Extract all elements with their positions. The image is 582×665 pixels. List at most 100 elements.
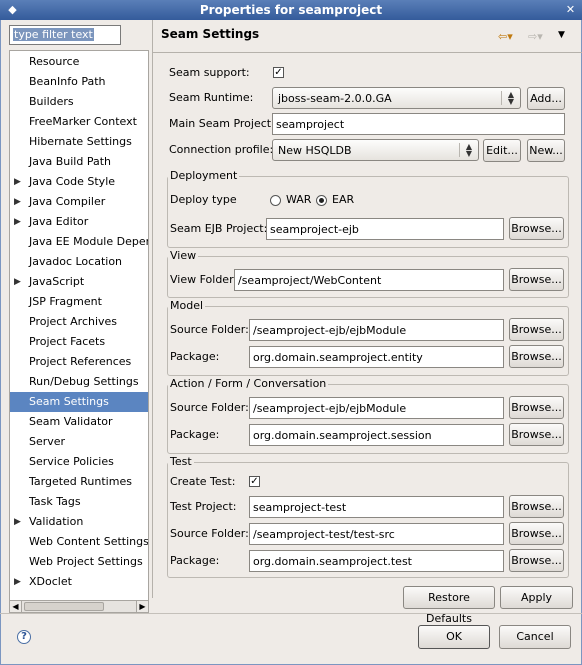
tree-item[interactable]: Java Build Path [10, 152, 148, 172]
tree-item[interactable]: BeanInfo Path [10, 72, 148, 92]
connection-profile-value: New HSQLDB [278, 144, 352, 157]
tree-item-label: Java Code Style [29, 175, 116, 188]
test-package-label: Package: [170, 554, 220, 567]
model-group: Model Source Folder: /seamproject-ejb/ej… [167, 299, 569, 376]
tree-item[interactable]: ▶ Java Editor [10, 212, 148, 232]
tree-item[interactable]: ▶ Java Code Style [10, 172, 148, 192]
filter-input[interactable]: type filter text [9, 25, 121, 45]
close-icon[interactable]: ✕ [563, 3, 578, 17]
tree-item-label: JSP Fragment [29, 295, 102, 308]
tree-item[interactable]: Javadoc Location [10, 252, 148, 272]
tree-item[interactable]: Web Project Settings [10, 552, 148, 572]
seam-runtime-combo[interactable]: jboss-seam-2.0.0.GA ▲ ▼ [272, 87, 521, 109]
expand-arrow-icon[interactable]: ▶ [14, 172, 21, 192]
back-icon[interactable]: ⇦▾ [498, 30, 513, 43]
page-header: Seam Settings ⇦▾ ⇨▾ ▼ [153, 20, 582, 52]
tree-item[interactable]: Server [10, 432, 148, 452]
edit-profile-button[interactable]: Edit... [483, 139, 521, 162]
connection-profile-combo[interactable]: New HSQLDB ▲ ▼ [272, 139, 479, 161]
tree-item[interactable]: Builders [10, 92, 148, 112]
seam-runtime-value: jboss-seam-2.0.0.GA [278, 92, 392, 105]
action-package-browse-button[interactable]: Browse... [509, 423, 564, 446]
scroll-thumb[interactable] [24, 602, 104, 611]
view-folder-field[interactable]: /seamproject/WebContent [234, 269, 504, 291]
expand-arrow-icon[interactable]: ▶ [14, 212, 21, 232]
create-test-checkbox[interactable]: ✓ [249, 476, 260, 487]
tree-item[interactable]: ▶ JavaScript [10, 272, 148, 292]
tree-item[interactable]: Task Tags [10, 492, 148, 512]
tree-item[interactable]: ▶ Java Compiler [10, 192, 148, 212]
tree-item[interactable]: Java EE Module Depend [10, 232, 148, 252]
tree-item-label: Builders [29, 95, 74, 108]
tree-item[interactable]: Resource [10, 52, 148, 72]
tree-item[interactable]: Service Policies [10, 452, 148, 472]
model-package-field[interactable]: org.domain.seamproject.entity [249, 346, 504, 368]
tree-item[interactable]: Hibernate Settings [10, 132, 148, 152]
model-group-title: Model [168, 299, 206, 312]
action-group-title: Action / Form / Conversation [168, 377, 329, 390]
tree-item[interactable]: Project References [10, 352, 148, 372]
add-runtime-button[interactable]: Add... [527, 87, 565, 110]
tree-item[interactable]: Targeted Runtimes [10, 472, 148, 492]
tree-item[interactable]: FreeMarker Context [10, 112, 148, 132]
preference-tree[interactable]: Resource BeanInfo Path Builders FreeMarker … [9, 50, 149, 614]
expand-arrow-icon[interactable]: ▶ [14, 572, 21, 592]
test-group-title: Test [168, 455, 194, 468]
connection-profile-label: Connection profile: [169, 143, 274, 156]
model-package-browse-button[interactable]: Browse... [509, 345, 564, 368]
tree-item[interactable]: Project Archives [10, 312, 148, 332]
test-source-field[interactable]: /seamproject-test/test-src [249, 523, 504, 545]
scroll-left-icon[interactable]: ◀ [10, 601, 22, 612]
model-source-field[interactable]: /seamproject-ejb/ejbModule [249, 319, 504, 341]
tree-item-label: Web Project Settings [29, 555, 143, 568]
test-package-browse-button[interactable]: Browse... [509, 549, 564, 572]
tree-item-label: Service Policies [29, 455, 114, 468]
spinner-icon: ▲ ▼ [465, 142, 473, 158]
tree-item-label: BeanInfo Path [29, 75, 106, 88]
sash-divider[interactable] [152, 20, 153, 598]
action-package-field[interactable]: org.domain.seamproject.session [249, 424, 504, 446]
test-project-browse-button[interactable]: Browse... [509, 495, 564, 518]
tree-item[interactable]: Run/Debug Settings [10, 372, 148, 392]
restore-defaults-button[interactable]: Restore Defaults [403, 586, 495, 625]
tree-item[interactable]: Project Facets [10, 332, 148, 352]
main-project-field[interactable]: seamproject [272, 113, 565, 135]
expand-arrow-icon[interactable]: ▶ [14, 192, 21, 212]
help-icon[interactable]: ? [17, 630, 31, 644]
view-folder-label: View Folder: [170, 273, 238, 286]
cancel-button[interactable]: Cancel [499, 625, 571, 649]
ejb-project-browse-button[interactable]: Browse... [509, 217, 564, 240]
apply-button[interactable]: Apply [500, 586, 573, 609]
tree-item[interactable]: ▶ Validation [10, 512, 148, 532]
new-profile-button[interactable]: New... [527, 139, 565, 162]
model-source-browse-button[interactable]: Browse... [509, 318, 564, 341]
test-package-field[interactable]: org.domain.seamproject.test [249, 550, 504, 572]
ear-radio[interactable] [316, 195, 327, 206]
war-radio[interactable] [270, 195, 281, 206]
view-folder-browse-button[interactable]: Browse... [509, 268, 564, 291]
action-source-field[interactable]: /seamproject-ejb/ejbModule [249, 397, 504, 419]
view-menu-icon[interactable]: ▼ [558, 30, 565, 40]
seam-support-checkbox[interactable]: ✓ [273, 67, 284, 78]
view-group: View View Folder: /seamproject/WebConten… [167, 249, 569, 298]
tree-item[interactable]: JSP Fragment [10, 292, 148, 312]
model-source-label: Source Folder: [170, 323, 249, 336]
tree-item[interactable]: Seam Validator [10, 412, 148, 432]
ear-radio-label: EAR [332, 193, 355, 206]
ejb-project-field[interactable]: seamproject-ejb [266, 218, 504, 240]
ejb-project-label: Seam EJB Project: [170, 222, 268, 235]
tree-item-label: Validation [29, 515, 84, 528]
tree-item[interactable]: Seam Settings [10, 392, 148, 412]
tree-item[interactable]: ▶ XDoclet [10, 572, 148, 592]
expand-arrow-icon[interactable]: ▶ [14, 512, 21, 532]
tree-item-label: JavaScript [29, 275, 85, 288]
test-project-field[interactable]: seamproject-test [249, 496, 504, 518]
tree-horizontal-scrollbar[interactable]: ◀ ▶ [9, 600, 149, 613]
expand-arrow-icon[interactable]: ▶ [14, 272, 21, 292]
action-source-browse-button[interactable]: Browse... [509, 396, 564, 419]
scroll-right-icon[interactable]: ▶ [136, 601, 148, 612]
test-source-browse-button[interactable]: Browse... [509, 522, 564, 545]
ok-button[interactable]: OK [418, 625, 490, 649]
tree-item[interactable]: Web Content Settings [10, 532, 148, 552]
tree-item-label: FreeMarker Context [29, 115, 137, 128]
